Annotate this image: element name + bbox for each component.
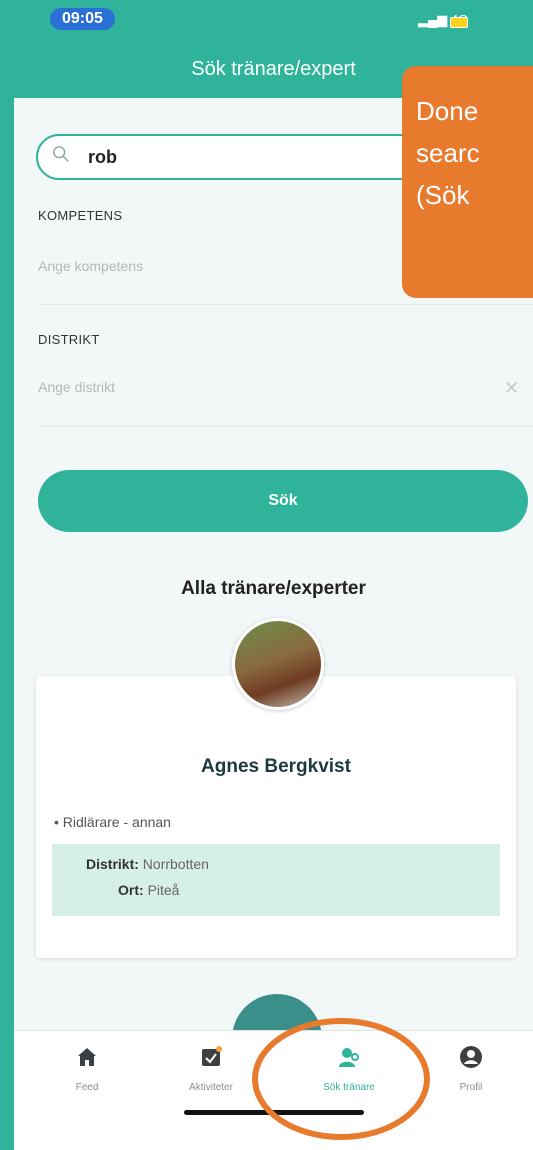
trainer-card[interactable]: Agnes Bergkvist • Ridlärare - annan Dist…	[36, 676, 516, 958]
page-title: Sök tränare/expert	[191, 58, 356, 80]
district-value: Norrbotten	[142, 856, 209, 872]
annotation-callout: Done searc (Sök	[402, 66, 533, 298]
city-key: Ort:	[118, 882, 144, 898]
section-title: Alla tränare/experter	[181, 578, 366, 599]
divider	[38, 426, 533, 427]
district-key: Distrikt:	[86, 856, 139, 872]
city-value: Piteå	[147, 882, 180, 898]
status-time: 09:05	[50, 8, 115, 30]
kompetens-field[interactable]: Ange kompetens	[38, 258, 143, 274]
search-button[interactable]: Sök	[38, 470, 528, 532]
clear-icon[interactable]: ✕	[504, 378, 519, 399]
annotation-highlight-ring	[252, 1018, 430, 1140]
battery-icon	[450, 17, 468, 28]
tab-feed[interactable]: Feed	[42, 1045, 132, 1093]
profile-icon	[460, 1046, 482, 1068]
callout-line: searc	[416, 138, 480, 168]
kompetens-label: KOMPETENS	[38, 208, 123, 223]
callout-line: Done	[416, 96, 479, 126]
tab-label: Aktiviteter	[189, 1082, 233, 1093]
search-value: rob	[88, 147, 117, 167]
tab-label: Feed	[75, 1082, 99, 1093]
tab-label: Profil	[459, 1082, 483, 1093]
distrikt-label: DISTRIKT	[38, 332, 100, 347]
status-bar: 09:05 ▂▄▆ 4G	[14, 0, 533, 46]
callout-line: (Sök	[416, 180, 470, 210]
distrikt-field[interactable]: Ange distrikt	[38, 379, 115, 395]
tab-profil[interactable]: Profil	[426, 1045, 516, 1093]
divider	[38, 304, 533, 305]
tab-aktiviteter[interactable]: Aktiviteter	[166, 1045, 256, 1093]
competence-text: Ridlärare - annan	[62, 814, 171, 830]
trainer-info-box: Distrikt: Norrbotten Ort: Piteå	[52, 844, 500, 916]
trainer-avatar	[232, 618, 324, 710]
city-row: Ort: Piteå	[118, 882, 179, 898]
trainer-competence: • Ridlärare - annan	[54, 814, 171, 830]
search-icon	[53, 146, 69, 162]
district-row: Distrikt: Norrbotten	[86, 856, 209, 872]
trainer-name: Agnes Bergkvist	[201, 756, 351, 777]
home-icon	[78, 1048, 96, 1066]
calendar-check-icon	[202, 1046, 222, 1066]
